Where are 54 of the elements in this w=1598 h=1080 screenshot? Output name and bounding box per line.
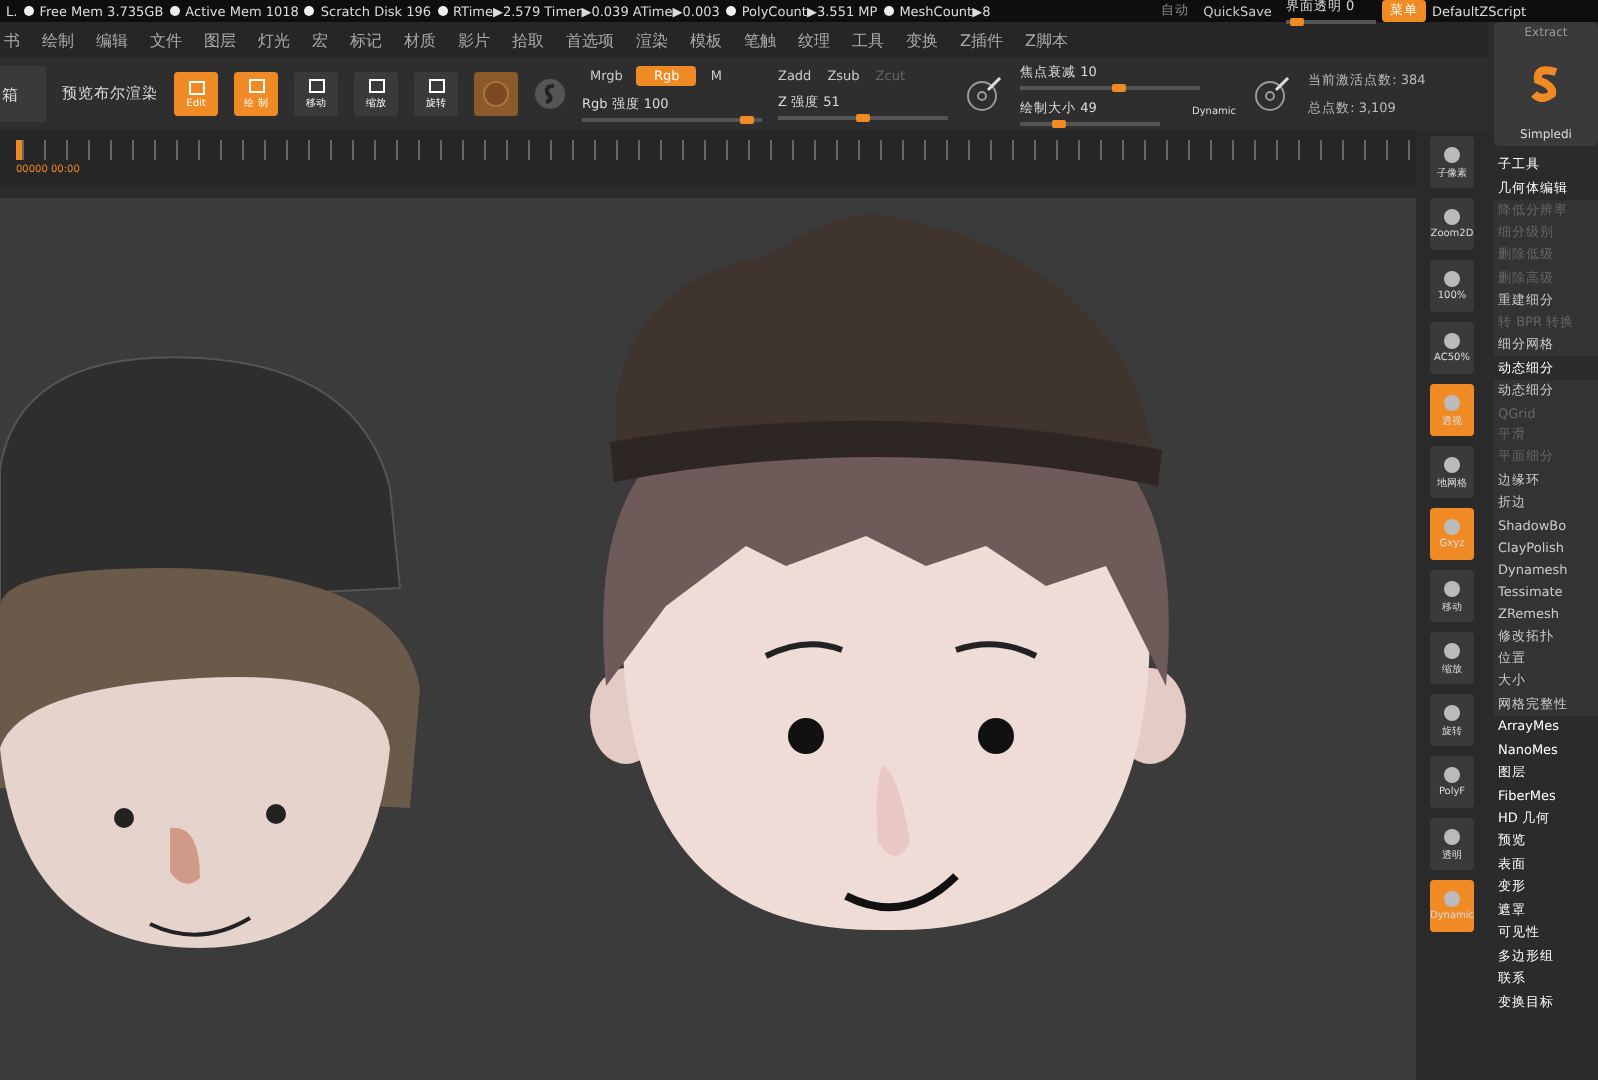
menu-item[interactable]: 拾取 — [512, 29, 544, 51]
s-logo-icon — [1530, 66, 1562, 102]
sphere-icon — [1442, 641, 1462, 659]
menu-item[interactable]: Z插件 — [960, 29, 1003, 51]
stroke-icon[interactable] — [1252, 74, 1293, 114]
sphere-icon — [1442, 270, 1462, 288]
menu-item[interactable]: 首选项 — [566, 29, 614, 51]
box-label: 箱 — [0, 66, 46, 122]
sphere-icon — [1442, 393, 1462, 411]
sphere-icon — [1442, 208, 1462, 226]
square-icon — [307, 78, 325, 94]
stroke-icon[interactable] — [964, 74, 1004, 114]
sphere-icon — [1442, 766, 1462, 784]
menu-item[interactable]: 书 — [4, 29, 20, 51]
sphere-icon — [1442, 455, 1462, 473]
status-dot-icon — [437, 6, 448, 16]
slider-thumb[interactable] — [856, 114, 870, 122]
menu-item[interactable]: 工具 — [852, 29, 884, 51]
status-dot-icon — [23, 6, 34, 16]
slider-thumb[interactable] — [1051, 119, 1066, 127]
status-dot-icon — [725, 6, 736, 16]
slider-thumb[interactable] — [739, 116, 754, 124]
status-dot-icon — [304, 6, 315, 16]
menu-item[interactable]: 灯光 — [258, 29, 290, 51]
sphere-icon — [1442, 890, 1462, 908]
menu-item[interactable]: 标记 — [350, 29, 382, 51]
menu-item[interactable]: 渲染 — [636, 29, 668, 51]
menu-item[interactable]: 文件 — [150, 29, 182, 51]
sphere-icon — [1442, 518, 1462, 536]
square-icon — [367, 78, 385, 94]
menu-item[interactable]: 影片 — [458, 29, 490, 51]
sphere-icon — [1442, 579, 1462, 597]
square-icon — [427, 78, 445, 94]
menu-item[interactable]: 变换 — [906, 29, 938, 51]
status-dot-icon — [883, 6, 894, 16]
menu-item[interactable]: 绘制 — [42, 29, 74, 51]
sphere-icon — [1442, 145, 1462, 163]
menu-item[interactable]: 笔触 — [744, 29, 776, 51]
slider-thumb[interactable] — [1111, 83, 1126, 91]
square-icon — [187, 79, 205, 95]
sphere-icon — [1442, 332, 1462, 350]
slider-thumb[interactable] — [1289, 18, 1304, 26]
sphere-icon — [1442, 827, 1462, 845]
menu-item[interactable]: 宏 — [312, 29, 328, 51]
square-icon — [247, 78, 265, 94]
sphere-icon — [1442, 703, 1462, 721]
menu-item[interactable]: 图层 — [204, 29, 236, 51]
menu-item[interactable]: Z脚本 — [1024, 29, 1068, 51]
material-swatch[interactable] — [474, 72, 518, 116]
menu-item[interactable]: 模板 — [690, 29, 722, 51]
menu-item[interactable]: 纹理 — [798, 29, 830, 51]
menu-item[interactable]: 编辑 — [96, 29, 128, 51]
status-dot-icon — [169, 6, 180, 16]
menu-item[interactable]: 材质 — [404, 29, 436, 51]
